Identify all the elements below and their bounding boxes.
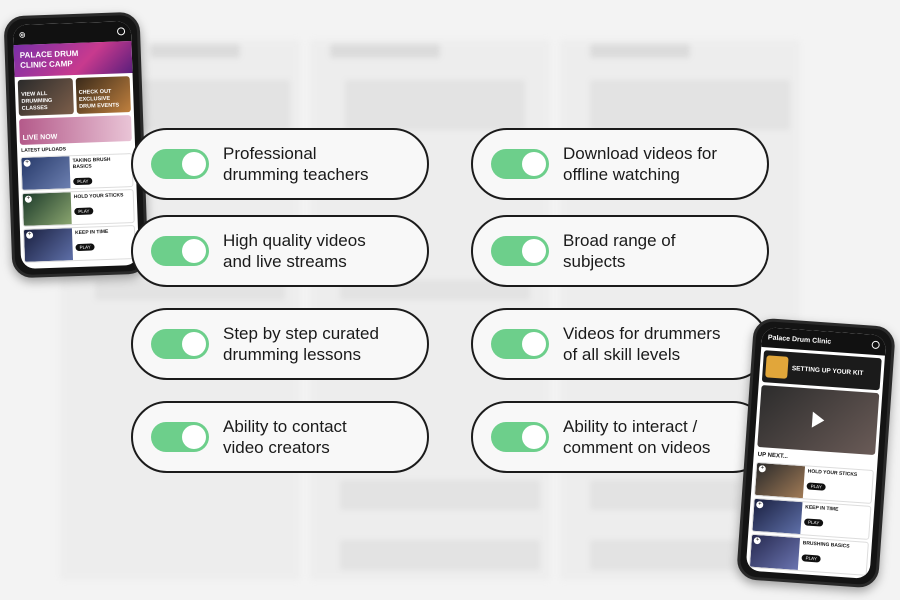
video-player[interactable] — [757, 385, 880, 456]
tile-label: VIEW ALL DRUMMING CLASSES — [21, 90, 53, 112]
feature-pill: Step by step curated drumming lessons — [131, 308, 429, 380]
feature-toggle[interactable] — [151, 422, 209, 452]
feature-pill: Ability to contact video creators — [131, 401, 429, 473]
add-icon[interactable]: + — [753, 536, 761, 545]
feature-pill: Professional drumming teachers — [131, 128, 429, 200]
add-icon[interactable]: + — [23, 159, 31, 167]
video-card[interactable]: + HOLD YOUR STICKS PLAY — [753, 461, 874, 505]
feature-label: High quality videos and live streams — [223, 231, 366, 271]
phone-mockup-right: Palace Drum Clinic SETTING UP YOUR KIT U… — [736, 317, 896, 589]
video-thumbnail: + — [752, 498, 803, 535]
add-icon[interactable]: + — [24, 195, 32, 203]
toggle-knob — [182, 239, 206, 263]
video-card[interactable]: + BRUSHING BASICS PLAY — [748, 533, 869, 576]
video-title: BRUSHING BASICS — [802, 540, 850, 550]
toggle-knob — [522, 152, 546, 176]
live-now-label: LIVE NOW — [22, 133, 58, 142]
play-button[interactable]: PLAY — [74, 207, 94, 216]
video-card[interactable]: + KEEP IN TIME PLAY — [22, 224, 137, 263]
play-button[interactable]: PLAY — [73, 177, 93, 186]
play-button[interactable]: PLAY — [75, 243, 95, 252]
add-icon[interactable]: + — [25, 231, 34, 239]
video-title: TAKING BRUSH BASICS — [72, 156, 111, 171]
hero-title: PALACE DRUM CLINIC CAMP — [19, 48, 79, 70]
phone-screen-left: ◎ PALACE DRUM CLINIC CAMP VIEW ALL DRUMM… — [12, 21, 140, 269]
video-thumbnail: + — [21, 156, 71, 190]
feature-toggle[interactable] — [151, 149, 209, 179]
feature-pill: High quality videos and live streams — [131, 215, 429, 287]
search-icon[interactable] — [871, 340, 880, 350]
add-icon[interactable]: + — [756, 500, 764, 509]
feature-pill: Download videos for offline watching — [471, 128, 769, 200]
feature-pill: Ability to interact / comment on videos — [471, 401, 769, 473]
drum-events-tile[interactable]: CHECK OUT EXCLUSIVE DRUM EVENTS — [75, 76, 131, 114]
video-title: HOLD YOUR STICKS — [73, 192, 124, 201]
video-title: KEEP IN TIME — [74, 228, 109, 237]
play-button[interactable]: PLAY — [803, 518, 824, 527]
video-thumbnail: + — [749, 534, 801, 571]
drum-kit-icon — [765, 355, 789, 379]
video-card[interactable]: + TAKING BRUSH BASICS PLAY — [20, 153, 134, 191]
play-button[interactable]: PLAY — [801, 554, 822, 563]
feature-toggle[interactable] — [491, 149, 549, 179]
banner-title: SETTING UP YOUR KIT — [791, 364, 864, 377]
video-title: HOLD YOUR STICKS — [807, 468, 858, 478]
phone-mockup-left: ◎ PALACE DRUM CLINIC CAMP VIEW ALL DRUMM… — [3, 11, 149, 279]
feature-toggle[interactable] — [491, 329, 549, 359]
toggle-knob — [522, 239, 546, 263]
video-card[interactable]: + HOLD YOUR STICKS PLAY — [21, 189, 135, 227]
hero-banner[interactable]: PALACE DRUM CLINIC CAMP — [13, 41, 133, 78]
add-icon[interactable]: + — [758, 465, 767, 473]
app-header-title: Palace Drum Clinic — [767, 333, 832, 346]
live-now-tile[interactable]: LIVE NOW — [19, 115, 132, 145]
video-thumbnail: + — [23, 228, 74, 262]
play-icon[interactable] — [811, 411, 825, 429]
app-logo: ◎ — [19, 31, 26, 39]
toggle-knob — [522, 332, 546, 356]
video-title: KEEP IN TIME — [804, 504, 839, 513]
feature-pill: Videos for drummers of all skill levels — [471, 308, 769, 380]
tile-label: CHECK OUT EXCLUSIVE DRUM EVENTS — [78, 88, 120, 110]
feature-toggle[interactable] — [491, 422, 549, 452]
video-thumbnail: + — [754, 462, 806, 499]
feature-label: Broad range of subjects — [563, 231, 676, 271]
view-classes-tile[interactable]: VIEW ALL DRUMMING CLASSES — [17, 78, 74, 116]
toggle-knob — [182, 332, 206, 356]
feature-toggle[interactable] — [151, 329, 209, 359]
toggle-knob — [522, 425, 546, 449]
play-button[interactable]: PLAY — [806, 482, 827, 491]
current-video-banner: SETTING UP YOUR KIT — [761, 350, 882, 391]
phone-screen-right: Palace Drum Clinic SETTING UP YOUR KIT U… — [745, 326, 887, 580]
feature-toggle[interactable] — [491, 236, 549, 266]
feature-label: Videos for drummers of all skill levels — [563, 324, 721, 364]
toggle-knob — [182, 152, 206, 176]
feature-label: Download videos for offline watching — [563, 144, 718, 184]
feature-pill: Broad range of subjects — [471, 215, 769, 287]
video-thumbnail: + — [22, 192, 72, 226]
feature-label: Ability to interact / comment on videos — [563, 417, 711, 457]
feature-toggle[interactable] — [151, 236, 209, 266]
search-icon[interactable] — [116, 27, 126, 36]
feature-label: Ability to contact video creators — [223, 417, 347, 457]
toggle-knob — [182, 425, 206, 449]
feature-label: Professional drumming teachers — [223, 144, 369, 184]
feature-label: Step by step curated drumming lessons — [223, 324, 379, 364]
video-card[interactable]: + KEEP IN TIME PLAY — [751, 497, 872, 540]
